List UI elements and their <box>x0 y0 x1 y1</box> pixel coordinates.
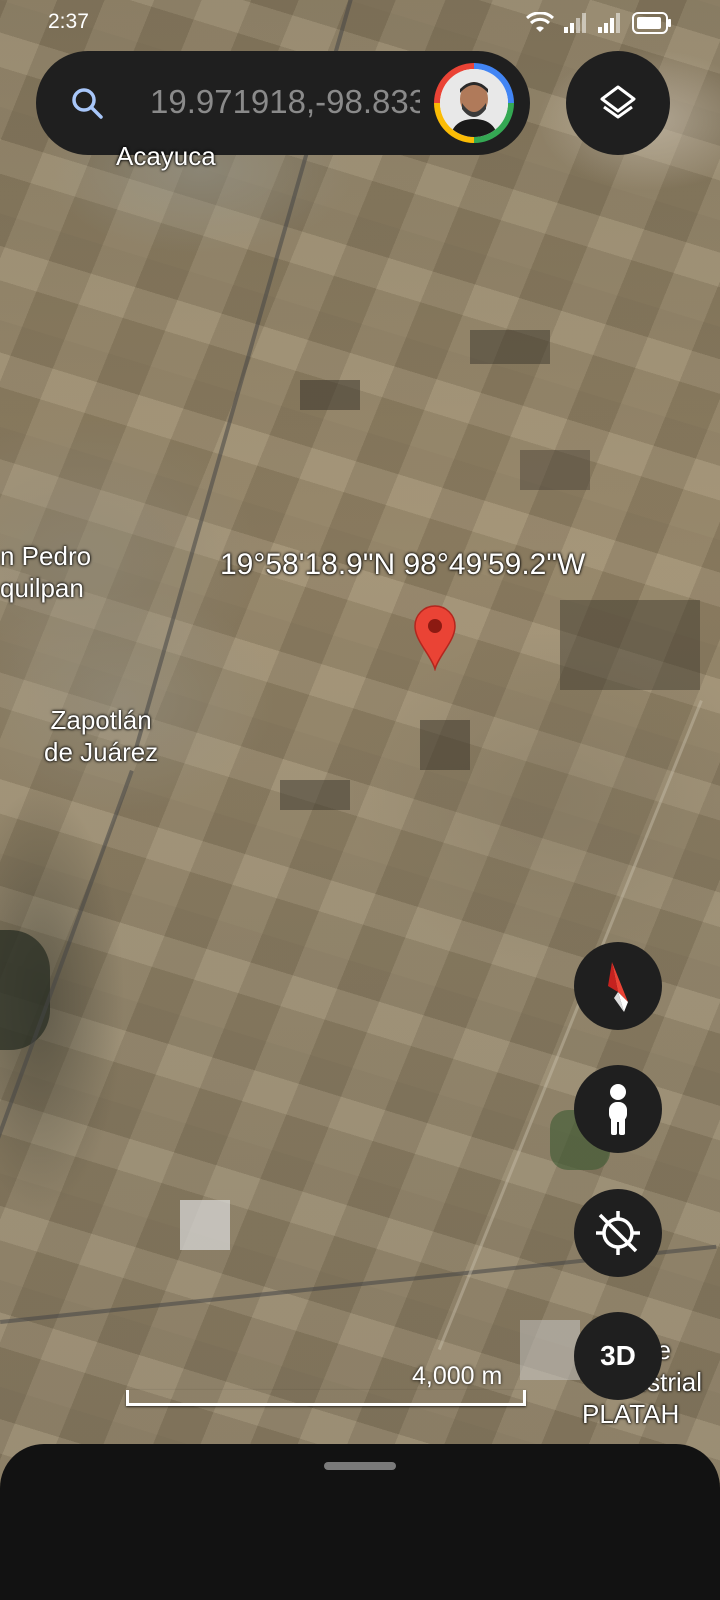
map-label-line: quilpan <box>0 573 84 603</box>
map-label-acayuca: Acayuca <box>116 141 216 171</box>
battery-icon <box>632 12 671 34</box>
map-field <box>560 600 700 690</box>
map-label-line: de Juárez <box>44 737 159 767</box>
map-label-line: Zapotlán <box>50 705 152 735</box>
signal-icon <box>564 13 586 33</box>
pegman-icon <box>609 1084 627 1135</box>
scale-bar <box>126 1390 526 1406</box>
map-field <box>280 780 350 810</box>
status-bar: 2:37 <box>0 0 720 46</box>
my-location-button[interactable] <box>574 1189 662 1277</box>
map-building <box>180 1200 230 1250</box>
map-building <box>520 1320 580 1380</box>
status-time: 2:37 <box>48 10 89 33</box>
layers-button[interactable] <box>566 51 670 155</box>
search-input[interactable] <box>150 78 420 126</box>
layers-icon <box>600 85 636 119</box>
map-field <box>420 720 470 770</box>
map-field <box>300 380 360 410</box>
wifi-icon <box>526 12 554 32</box>
3d-label: 3D <box>600 1340 636 1371</box>
street-view-button[interactable] <box>574 1065 662 1153</box>
compass-icon <box>608 962 628 1012</box>
search-icon[interactable] <box>70 86 104 120</box>
3d-toggle-button[interactable]: 3D <box>574 1312 662 1400</box>
signal-icon <box>598 13 620 33</box>
pin-coordinates: 19°58'18.9"N 98°49'59.2"W <box>220 548 586 581</box>
compass-button[interactable] <box>574 942 662 1030</box>
map-field <box>520 450 590 490</box>
map-label-san-pedro: n Pedro quilpan <box>0 540 91 604</box>
scale-label: 4,000 m <box>412 1362 503 1390</box>
map-label-zapotlan: Zapotlán de Juárez <box>44 704 158 768</box>
map-label-line: PLATAH <box>582 1399 680 1429</box>
map-label-line: n Pedro <box>0 541 92 571</box>
avatar[interactable] <box>440 69 508 137</box>
map-field <box>470 330 550 364</box>
avatar-image <box>440 69 508 137</box>
status-icons <box>526 10 672 36</box>
location-pin-icon[interactable] <box>413 605 457 671</box>
map-hill <box>0 930 50 1050</box>
map-road <box>0 770 134 1354</box>
location-off-icon <box>596 1211 640 1255</box>
sheet-drag-handle[interactable] <box>324 1462 396 1470</box>
